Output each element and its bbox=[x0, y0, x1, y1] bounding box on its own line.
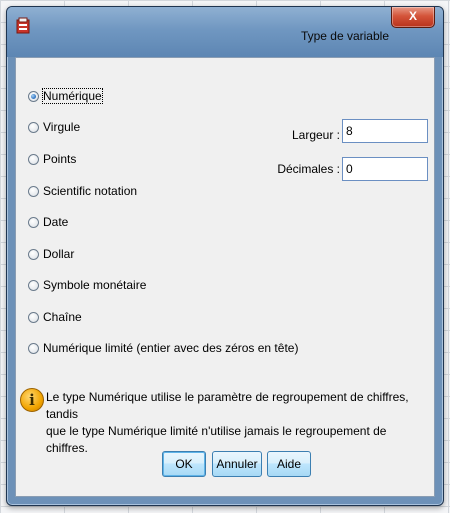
info-icon: i bbox=[20, 388, 44, 412]
ok-button[interactable]: OK bbox=[162, 451, 206, 477]
radio-button[interactable] bbox=[28, 121, 39, 133]
radio-label: Dollar bbox=[43, 247, 75, 261]
close-icon: X bbox=[408, 9, 417, 23]
radio-date[interactable]: Date bbox=[28, 214, 68, 230]
radio-points[interactable]: Points bbox=[28, 151, 76, 167]
radio-label: Virgule bbox=[43, 120, 81, 134]
radio-button[interactable] bbox=[28, 279, 39, 291]
radio-button-selected[interactable] bbox=[28, 90, 39, 102]
info-line-1: Le type Numérique utilise le paramètre d… bbox=[46, 390, 409, 421]
radio-label: Chaîne bbox=[43, 310, 82, 324]
close-button[interactable]: X bbox=[391, 7, 435, 28]
help-button[interactable]: Aide bbox=[267, 451, 311, 477]
radio-label: Numérique limité (entier avec des zéros … bbox=[43, 341, 299, 355]
radio-virgule[interactable]: Virgule bbox=[28, 119, 80, 135]
radio-numerique[interactable]: Numérique bbox=[28, 88, 103, 104]
dialog-body: Numérique Virgule Points Scientific nota… bbox=[15, 57, 435, 497]
radio-button[interactable] bbox=[28, 248, 39, 260]
radio-button[interactable] bbox=[28, 311, 39, 323]
radio-button[interactable] bbox=[28, 342, 39, 354]
radio-label: Scientific notation bbox=[43, 184, 138, 198]
radio-numerique-limite[interactable]: Numérique limité (entier avec des zéros … bbox=[28, 340, 298, 356]
radio-dollar[interactable]: Dollar bbox=[28, 246, 74, 262]
radio-label: Numérique bbox=[42, 88, 103, 104]
radio-button[interactable] bbox=[28, 185, 39, 197]
title-bar[interactable]: Type de variable X bbox=[7, 7, 443, 57]
radio-label: Points bbox=[43, 152, 77, 166]
info-message: Le type Numérique utilise le paramètre d… bbox=[46, 389, 426, 457]
radio-symbole-monetaire[interactable]: Symbole monétaire bbox=[28, 277, 146, 293]
radio-label: Symbole monétaire bbox=[43, 278, 147, 292]
app-icon bbox=[16, 17, 30, 34]
radio-label: Date bbox=[43, 215, 69, 229]
cancel-button[interactable]: Annuler bbox=[212, 451, 262, 477]
radio-scientific-notation[interactable]: Scientific notation bbox=[28, 183, 137, 199]
decimales-input[interactable] bbox=[342, 157, 428, 181]
radio-button[interactable] bbox=[28, 153, 39, 165]
dialog-title: Type de variable bbox=[300, 29, 389, 43]
radio-button[interactable] bbox=[28, 216, 39, 228]
type-de-variable-dialog: Type de variable X Numérique Virgule Poi… bbox=[6, 6, 444, 506]
radio-chaine[interactable]: Chaîne bbox=[28, 309, 82, 325]
largeur-input[interactable] bbox=[342, 119, 428, 143]
decimales-label: Décimales : bbox=[277, 162, 340, 176]
largeur-label: Largeur : bbox=[291, 128, 340, 142]
